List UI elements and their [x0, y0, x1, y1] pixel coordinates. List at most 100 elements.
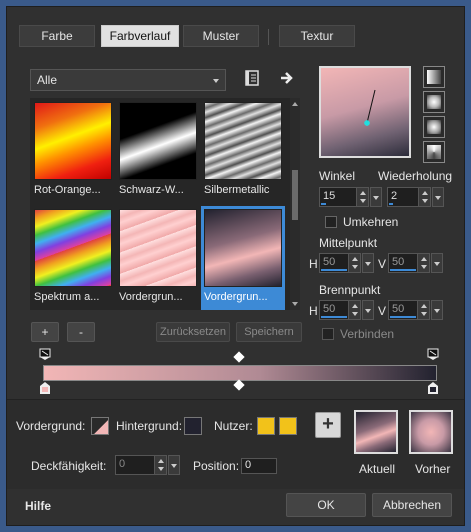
color-stop-left[interactable]: [39, 381, 51, 398]
foreground-label: Vordergrund:: [16, 419, 86, 433]
arrow-right-icon[interactable]: [279, 69, 295, 87]
add-gradient-button[interactable]: +: [31, 322, 59, 342]
angle-handle-icon[interactable]: [321, 68, 409, 156]
center-h-bar: [321, 269, 347, 271]
focus-h-stepper[interactable]: 50: [319, 300, 361, 320]
link-label: Verbinden: [340, 327, 395, 341]
repeat-value: 2: [391, 190, 398, 202]
radial-shape-button[interactable]: [423, 116, 445, 138]
gradient-caption: Spektrum a...: [34, 291, 100, 303]
gradient-thumb[interactable]: [34, 209, 112, 287]
focus-v-value: 50: [392, 303, 405, 315]
repeat-label: Wiederholung: [378, 169, 453, 183]
invert-checkbox[interactable]: [325, 216, 337, 228]
gradient-caption: Vordergrun...: [204, 291, 268, 303]
scrollbar[interactable]: [290, 98, 300, 310]
focus-h-label: H: [309, 304, 318, 318]
stepper-arrows-icon[interactable]: [417, 254, 429, 272]
repeat-stepper[interactable]: 2: [387, 187, 431, 207]
user-swatch[interactable]: [257, 417, 275, 435]
tab-farbverlauf[interactable]: Farbverlauf: [101, 25, 179, 47]
gradient-caption: Schwarz-W...: [119, 184, 184, 196]
repeat-dropdown[interactable]: [432, 187, 444, 207]
category-dropdown[interactable]: Alle: [30, 69, 226, 91]
center-v-stepper[interactable]: 50: [388, 253, 430, 273]
stepper-arrows-icon[interactable]: [356, 188, 368, 206]
stepper-arrows-icon[interactable]: [348, 254, 360, 272]
gradient-caption: Vordergrun...: [119, 291, 183, 303]
gradient-thumb[interactable]: [119, 209, 197, 287]
tab-muster[interactable]: Muster: [183, 25, 259, 47]
gradient-caption: Rot-Orange...: [34, 184, 101, 196]
previous-label: Vorher: [415, 462, 451, 476]
gradient-thumb[interactable]: [119, 102, 197, 180]
reset-button[interactable]: Zurücksetzen: [156, 322, 230, 342]
gradient-thumb[interactable]: [204, 102, 282, 180]
invert-label: Umkehren: [343, 215, 399, 229]
gradient-caption: Silbermetallic: [204, 184, 270, 196]
opacity-dropdown[interactable]: [168, 455, 180, 475]
color-midpoint[interactable]: [233, 379, 245, 391]
focus-v-bar: [390, 316, 416, 318]
stepper-arrows-icon[interactable]: [154, 456, 166, 474]
opacity-label: Deckfähigkeit:: [31, 459, 107, 473]
center-v-value: 50: [392, 256, 405, 268]
position-label: Position:: [193, 459, 240, 473]
category-value: Alle: [37, 73, 58, 87]
background-label: Hintergrund:: [116, 419, 183, 433]
opacity-value: 0: [119, 458, 126, 470]
cancel-button[interactable]: Abbrechen: [372, 493, 452, 517]
center-label: Mittelpunkt: [319, 236, 378, 250]
color-stop-right[interactable]: [427, 381, 439, 398]
stepper-arrows-icon[interactable]: [348, 301, 360, 319]
scroll-down-icon[interactable]: [292, 302, 298, 306]
center-v-label: V: [378, 257, 387, 271]
angle-stepper[interactable]: 15: [319, 187, 369, 207]
opacity-stepper[interactable]: 0: [115, 455, 167, 475]
gradient-list: Rot-Orange... Schwarz-W... Silbermetalli…: [30, 98, 300, 310]
tab-farbe[interactable]: Farbe: [19, 25, 95, 47]
background-swatch[interactable]: [184, 417, 202, 435]
opacity-midpoint[interactable]: [233, 351, 245, 363]
center-h-label: H: [309, 257, 318, 271]
help-link[interactable]: Hilfe: [25, 499, 51, 513]
remove-gradient-button[interactable]: -: [67, 322, 95, 342]
position-input[interactable]: 0: [241, 458, 277, 474]
focus-label: Brennpunkt: [319, 283, 381, 297]
opacity-stop-left[interactable]: [39, 348, 51, 364]
link-checkbox[interactable]: [322, 328, 334, 340]
center-v-dropdown[interactable]: [431, 253, 443, 273]
save-gradient-button[interactable]: Speichern: [236, 322, 302, 342]
rectangular-shape-button[interactable]: [423, 91, 445, 113]
angle-label: Winkel: [319, 169, 356, 183]
focus-h-dropdown[interactable]: [362, 300, 374, 320]
center-v-bar: [390, 269, 416, 271]
center-h-stepper[interactable]: 50: [319, 253, 361, 273]
angle-bar: [321, 203, 326, 205]
gradient-bar[interactable]: [43, 365, 437, 381]
foreground-swatch[interactable]: [91, 417, 109, 435]
list-view-icon[interactable]: [244, 69, 260, 87]
gradient-thumb[interactable]: [34, 102, 112, 180]
gradient-dialog: Farbe Farbverlauf Muster Textur Alle Rot…: [6, 6, 465, 526]
center-h-dropdown[interactable]: [362, 253, 374, 273]
stepper-arrows-icon[interactable]: [418, 188, 430, 206]
stepper-arrows-icon[interactable]: [417, 301, 429, 319]
focus-v-dropdown[interactable]: [431, 300, 443, 320]
opacity-stop-right[interactable]: [427, 348, 439, 364]
add-stop-button[interactable]: +: [315, 412, 341, 438]
sunburst-shape-button[interactable]: [423, 141, 445, 163]
center-h-value: 50: [323, 256, 336, 268]
linear-shape-button[interactable]: [423, 66, 445, 88]
scroll-up-icon[interactable]: [292, 102, 298, 106]
user-swatch-alt[interactable]: [279, 417, 297, 435]
gradient-preview[interactable]: [319, 66, 411, 158]
tab-textur[interactable]: Textur: [279, 25, 355, 47]
previous-preview: [409, 410, 453, 454]
focus-v-stepper[interactable]: 50: [388, 300, 430, 320]
chevron-down-icon: [213, 79, 219, 83]
gradient-thumb-selected[interactable]: [204, 209, 282, 287]
ok-button[interactable]: OK: [286, 493, 366, 517]
scroll-thumb[interactable]: [292, 170, 298, 220]
angle-dropdown[interactable]: [370, 187, 382, 207]
